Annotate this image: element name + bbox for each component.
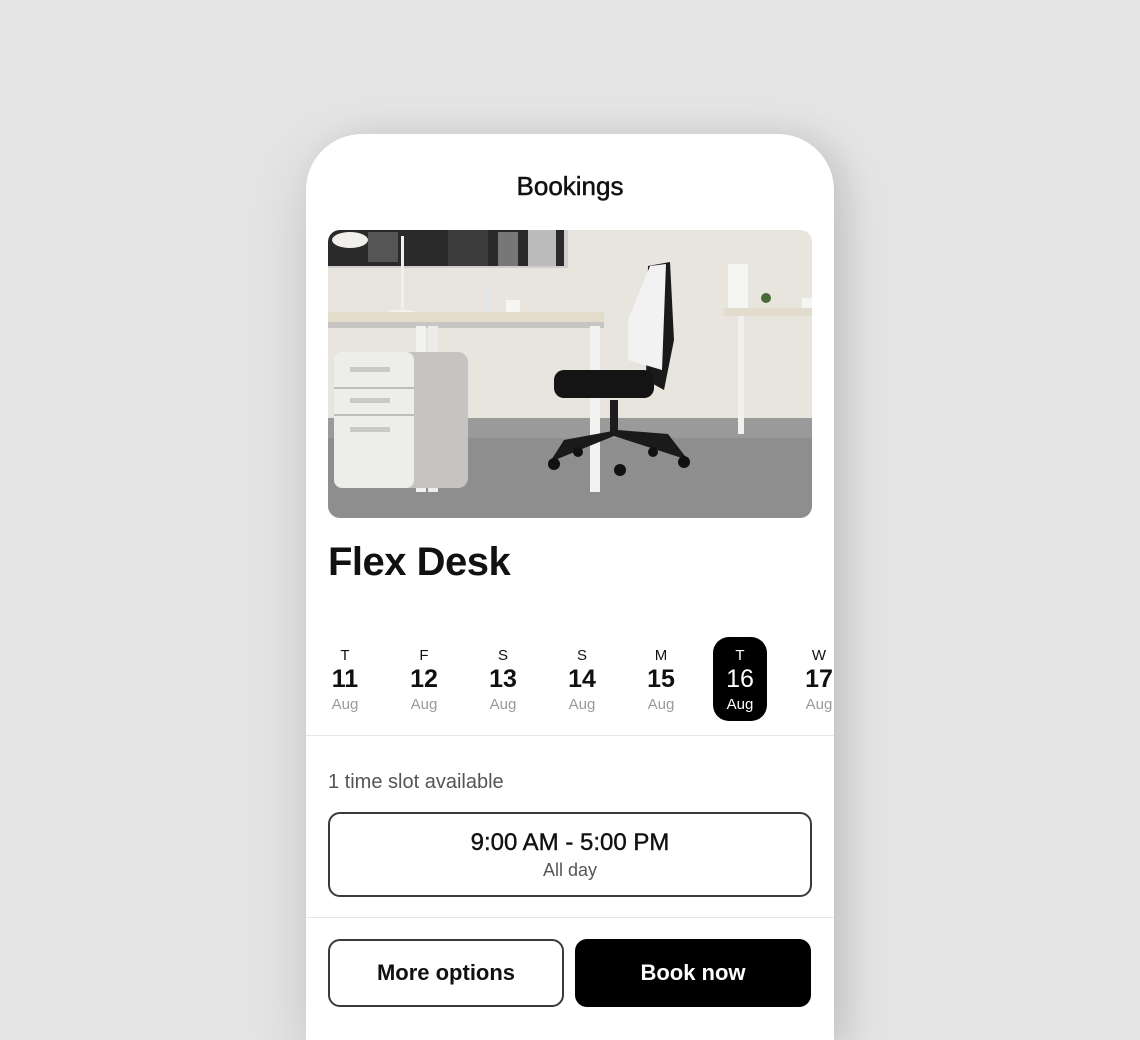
date-option[interactable]: W 17 Aug (792, 637, 834, 721)
month: Aug (410, 696, 438, 713)
day-number: 14 (568, 665, 596, 693)
slot-count-label: 1 time slot available (328, 771, 504, 793)
month: Aug (568, 696, 596, 713)
date-option[interactable]: T 11 Aug (318, 637, 372, 721)
date-picker: T 11 Aug F 12 Aug S 13 Aug S 14 Aug M 15… (306, 637, 834, 723)
space-photo (328, 230, 812, 518)
date-option[interactable]: S 13 Aug (476, 637, 530, 721)
day-of-week: T (340, 647, 350, 664)
day-of-week: S (497, 647, 508, 664)
date-option[interactable]: S 14 Aug (555, 637, 609, 721)
space-name: Flex Desk (328, 540, 511, 584)
date-option-selected[interactable]: T 16 Aug (713, 637, 767, 721)
day-number: 16 (726, 665, 754, 693)
day-of-week: T (735, 647, 745, 664)
day-number: 12 (410, 665, 438, 693)
day-of-week: S (576, 647, 587, 664)
day-number: 13 (489, 665, 517, 693)
day-number: 15 (647, 665, 675, 693)
day-of-week: M (654, 647, 668, 664)
day-of-week: W (811, 647, 827, 664)
time-slot-option[interactable]: 9:00 AM - 5:00 PM All day (328, 812, 812, 897)
divider (306, 735, 834, 736)
office-desk-image (328, 230, 812, 518)
page-title: Bookings (516, 171, 624, 202)
day-number: 17 (805, 665, 833, 693)
day-of-week: F (419, 647, 429, 664)
time-slot-range: 9:00 AM - 5:00 PM (470, 829, 670, 856)
booking-screen: Bookings Flex Desk T 11 Aug F 12 Aug S 1… (306, 134, 834, 1040)
date-option[interactable]: M 15 Aug (634, 637, 688, 721)
date-option[interactable]: F 12 Aug (397, 637, 451, 721)
month: Aug (726, 696, 754, 713)
book-now-button[interactable]: Book now (575, 939, 811, 1007)
more-options-button[interactable]: More options (328, 939, 564, 1007)
month: Aug (331, 696, 359, 713)
month: Aug (489, 696, 517, 713)
month: Aug (805, 696, 833, 713)
divider (306, 917, 834, 918)
month: Aug (647, 696, 675, 713)
time-slot-label: All day (542, 860, 598, 880)
day-number: 11 (331, 665, 359, 693)
